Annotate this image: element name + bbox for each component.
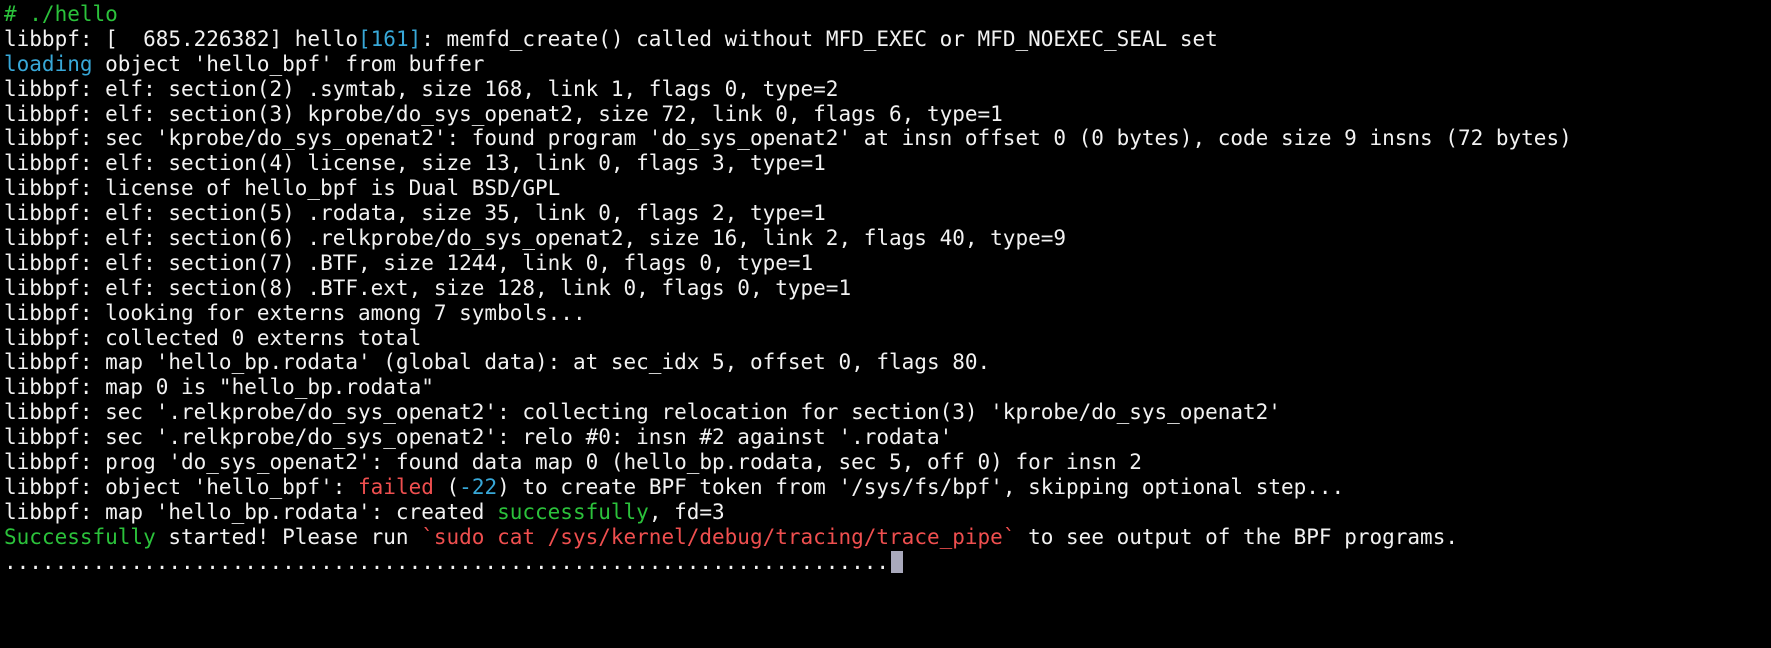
terminal-line: libbpf: elf: section(7) .BTF, size 1244,… xyxy=(4,251,1768,276)
terminal-text-segment: libbpf: looking for externs among 7 symb… xyxy=(4,300,586,325)
terminal-text-segment: libbpf: elf: section(7) .BTF, size 1244,… xyxy=(4,250,814,275)
terminal-line: libbpf: [ 685.226382] hello[161]: memfd_… xyxy=(4,27,1768,52)
terminal-line: libbpf: map 0 is "hello_bp.rodata" xyxy=(4,375,1768,400)
terminal-line: libbpf: sec '.relkprobe/do_sys_openat2':… xyxy=(4,425,1768,450)
terminal-line: libbpf: sec '.relkprobe/do_sys_openat2':… xyxy=(4,400,1768,425)
terminal-text-segment: libbpf: collected 0 externs total xyxy=(4,325,422,350)
terminal-text-segment: libbpf: license of hello_bpf is Dual BSD… xyxy=(4,176,561,201)
terminal-text-segment: successfully xyxy=(497,499,649,524)
terminal-line: libbpf: object 'hello_bpf': failed (-22)… xyxy=(4,475,1768,500)
terminal-text-segment: libbpf: sec '.relkprobe/do_sys_openat2':… xyxy=(4,425,953,450)
terminal-line: libbpf: elf: section(5) .rodata, size 35… xyxy=(4,201,1768,226)
terminal-text-segment: # ./hello xyxy=(4,2,118,26)
terminal-text-segment: Successfully xyxy=(4,524,156,549)
terminal-text-segment: libbpf: elf: section(4) license, size 13… xyxy=(4,151,826,176)
terminal-line: # ./hello xyxy=(4,2,1768,27)
terminal-text-segment: loading xyxy=(4,51,93,76)
terminal-line: ........................................… xyxy=(4,550,1768,575)
terminal-text-segment: libbpf: prog 'do_sys_openat2': found dat… xyxy=(4,450,1142,475)
terminal-text-segment: libbpf: elf: section(6) .relkprobe/do_sy… xyxy=(4,226,1067,251)
terminal-text-segment: , fd=3 xyxy=(648,499,725,524)
terminal-text-segment: ........................................… xyxy=(4,549,890,574)
terminal-line: libbpf: elf: section(6) .relkprobe/do_sy… xyxy=(4,226,1768,251)
terminal-text-segment: `sudo cat /sys/kernel/debug/tracing/trac… xyxy=(421,524,1016,549)
terminal-line: libbpf: elf: section(2) .symtab, size 16… xyxy=(4,77,1768,102)
terminal-text-segment: failed xyxy=(358,474,434,499)
terminal-text-segment: libbpf: sec 'kprobe/do_sys_openat2': fou… xyxy=(4,126,1572,151)
terminal-text-segment: libbpf: elf: section(8) .BTF.ext, size 1… xyxy=(4,275,852,300)
terminal-text-segment: libbpf: elf: section(3) kprobe/do_sys_op… xyxy=(4,101,1003,126)
terminal-line: libbpf: prog 'do_sys_openat2': found dat… xyxy=(4,450,1768,475)
terminal-line: libbpf: elf: section(3) kprobe/do_sys_op… xyxy=(4,102,1768,127)
terminal-text-segment: libbpf: elf: section(5) .rodata, size 35… xyxy=(4,201,826,226)
terminal-line: libbpf: collected 0 externs total xyxy=(4,326,1768,351)
terminal-line: Successfully started! Please run `sudo c… xyxy=(4,525,1768,550)
terminal-text-segment: object 'hello_bpf' from buffer xyxy=(92,51,485,76)
terminal-line: libbpf: elf: section(8) .BTF.ext, size 1… xyxy=(4,276,1768,301)
terminal-line: libbpf: looking for externs among 7 symb… xyxy=(4,301,1768,326)
terminal-text-segment: libbpf: map 0 is "hello_bp.rodata" xyxy=(4,375,434,400)
terminal-text-segment: to see output of the BPF programs. xyxy=(1015,524,1458,549)
terminal-line: loading object 'hello_bpf' from buffer xyxy=(4,52,1768,77)
terminal-text-segment: libbpf: map 'hello_bp.rodata' (global da… xyxy=(4,350,991,375)
terminal-line: libbpf: map 'hello_bp.rodata': created s… xyxy=(4,500,1768,525)
terminal-text-segment: [161] xyxy=(358,26,422,51)
terminal-text-segment: -22 xyxy=(459,474,498,499)
terminal-cursor xyxy=(891,550,904,573)
terminal-text-segment: libbpf: object 'hello_bpf': xyxy=(4,474,359,499)
terminal-line: libbpf: map 'hello_bp.rodata' (global da… xyxy=(4,350,1768,375)
terminal-text-segment: libbpf: sec '.relkprobe/do_sys_openat2':… xyxy=(4,400,1281,425)
terminal-line: libbpf: license of hello_bpf is Dual BSD… xyxy=(4,176,1768,201)
terminal-text-segment: libbpf: elf: section(2) .symtab, size 16… xyxy=(4,76,839,101)
terminal-output[interactable]: # ./hello libbpf: [ 685.226382] hello[161… xyxy=(4,2,1768,646)
terminal-text-segment: libbpf: [ 685.226382] hello xyxy=(4,26,359,51)
terminal-line: libbpf: elf: section(4) license, size 13… xyxy=(4,151,1768,176)
terminal-text-segment: ( xyxy=(433,474,460,499)
terminal-text-segment: : memfd_create() called without MFD_EXEC… xyxy=(421,26,1218,51)
terminal-text-segment: ) to create BPF token from '/sys/fs/bpf'… xyxy=(497,474,1345,499)
terminal-text-segment: libbpf: map 'hello_bp.rodata': created xyxy=(4,499,498,524)
terminal-text-segment: started! Please run xyxy=(155,524,422,549)
terminal-line: libbpf: sec 'kprobe/do_sys_openat2': fou… xyxy=(4,126,1768,151)
